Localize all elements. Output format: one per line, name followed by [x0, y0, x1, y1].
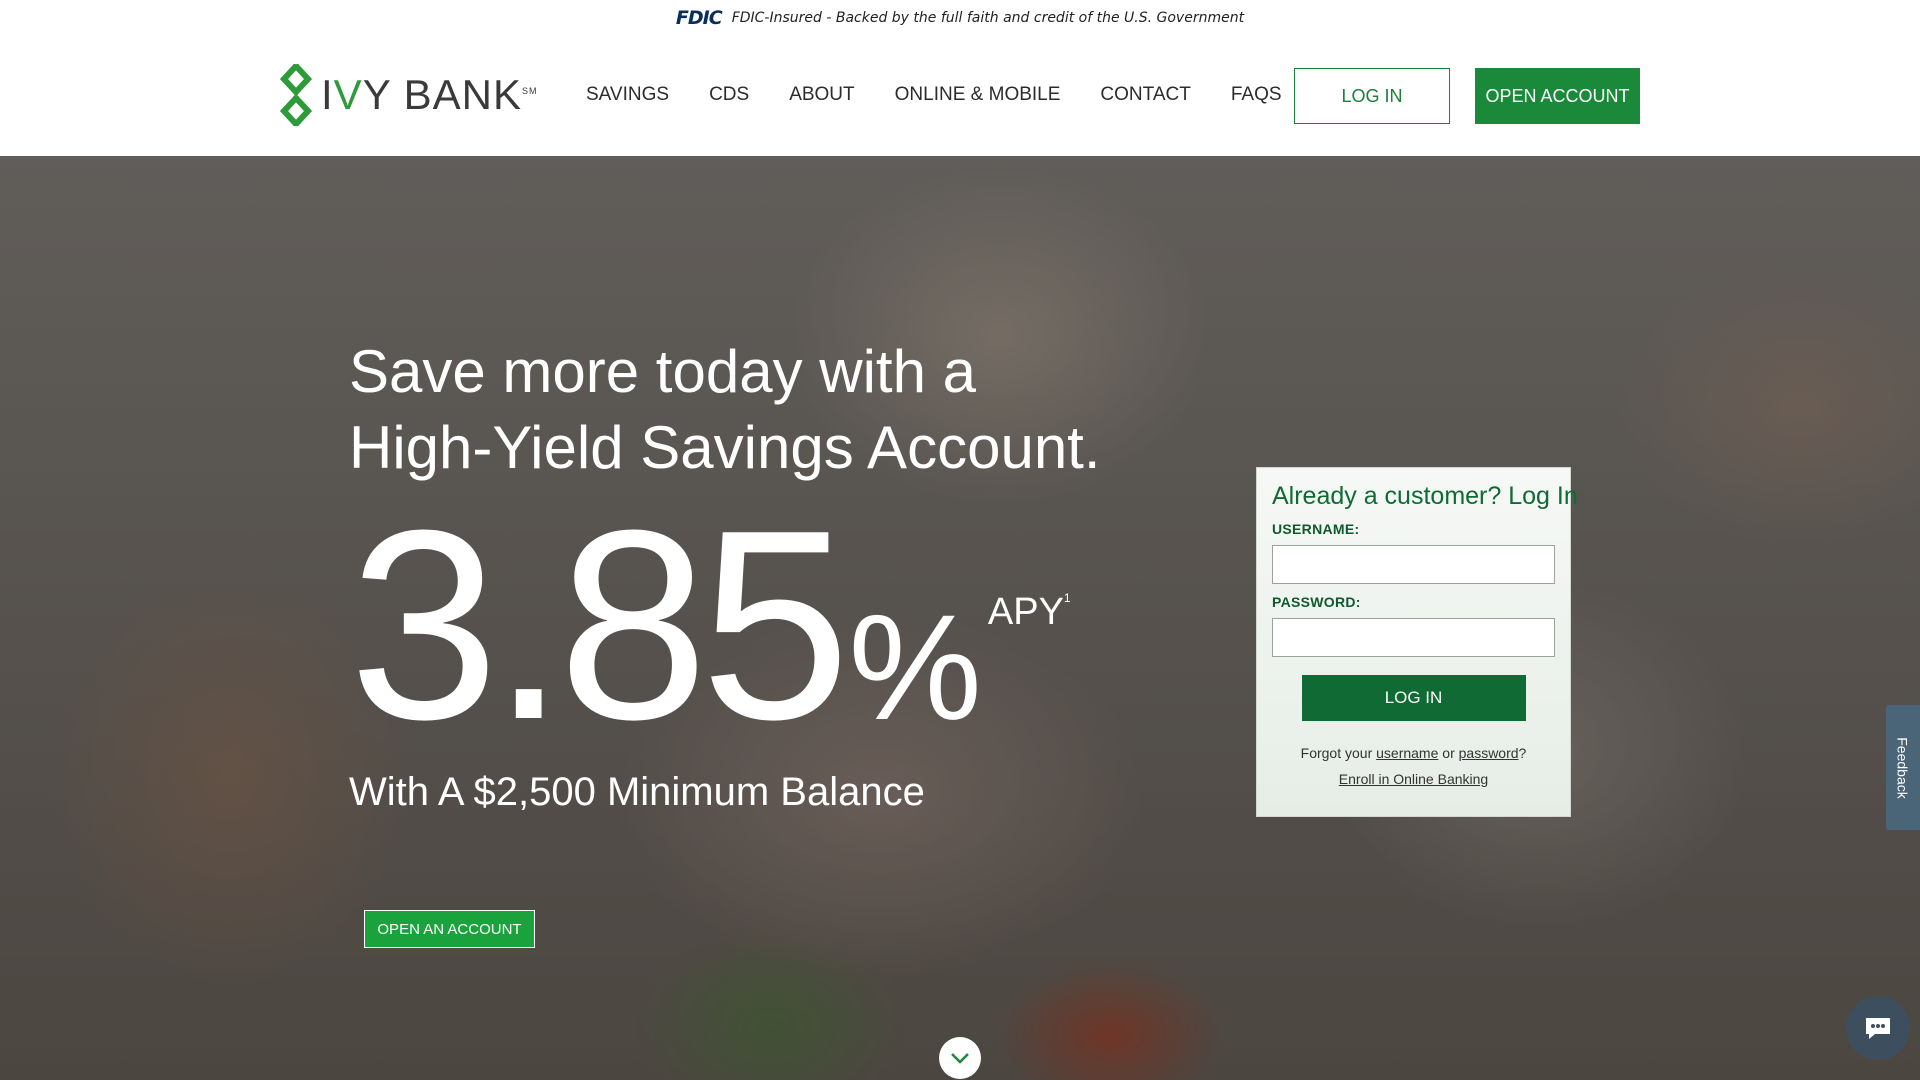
login-submit-button[interactable]: LOG IN [1301, 675, 1526, 721]
ivy-leaf-logo-icon [279, 64, 313, 126]
apy-rate-display: 3.85 % APY1 [349, 475, 1071, 776]
logo-wordmark: IVY BANKSM [321, 71, 538, 118]
chat-button[interactable] [1846, 996, 1910, 1060]
feedback-label: Feedback [1895, 736, 1912, 799]
minimum-balance-text: With A $2,500 Minimum Balance [349, 770, 925, 814]
scroll-down-button[interactable] [939, 1037, 981, 1079]
nav-faqs[interactable]: FAQS [1231, 84, 1282, 106]
login-panel: Already a customer? Log In USERNAME: PAS… [1256, 467, 1578, 817]
password-label: PASSWORD: [1272, 594, 1361, 610]
header-open-account-button[interactable]: OPEN ACCOUNT [1475, 68, 1640, 124]
fdic-logo: FDIC [675, 7, 723, 29]
enroll-text: Enroll in Online Banking [1272, 771, 1555, 787]
username-label: USERNAME: [1272, 521, 1360, 537]
login-panel-title: Already a customer? Log In [1272, 482, 1578, 510]
apy-percent-sign: % [848, 583, 982, 751]
apy-footnote[interactable]: 1 [1064, 591, 1071, 605]
forgot-credentials-text: Forgot your username or password? [1300, 745, 1527, 761]
nav-about[interactable]: ABOUT [789, 84, 854, 106]
fdic-banner: FDIC FDIC-Insured - Backed by the full f… [0, 0, 1920, 36]
password-input[interactable] [1272, 618, 1555, 657]
hero-section: Save more today with a High-Yield Saving… [0, 156, 1920, 1080]
apy-label: APY1 [987, 591, 1071, 633]
header-login-button[interactable]: LOG IN [1294, 68, 1450, 124]
chat-bubble-icon [1866, 1018, 1890, 1039]
hero-headline-line1: Save more today with a [349, 338, 976, 405]
site-header: IVY BANKSM SAVINGS CDS ABOUT ONLINE & MO… [0, 36, 1920, 156]
enroll-online-banking-link[interactable]: Enroll in Online Banking [1339, 771, 1488, 787]
fdic-disclaimer: FDIC-Insured - Backed by the full faith … [731, 10, 1245, 26]
username-input[interactable] [1272, 545, 1555, 584]
nav-online-mobile[interactable]: ONLINE & MOBILE [895, 84, 1061, 106]
nav-cds[interactable]: CDS [709, 84, 749, 106]
ivy-bank-logo[interactable]: IVY BANKSM [279, 64, 537, 126]
feedback-tab[interactable]: Feedback [1886, 705, 1920, 830]
nav-savings[interactable]: SAVINGS [586, 84, 669, 106]
main-nav: SAVINGS CDS ABOUT ONLINE & MOBILE CONTAC… [586, 84, 1282, 106]
forgot-username-link[interactable]: username [1376, 745, 1438, 761]
chevron-down-icon [951, 1053, 969, 1064]
apy-rate-value: 3.85 [349, 475, 850, 776]
hero-headline: Save more today with a High-Yield Saving… [349, 334, 1149, 486]
hero-open-account-button[interactable]: OPEN AN ACCOUNT [364, 910, 535, 948]
forgot-password-link[interactable]: password [1459, 745, 1519, 761]
nav-contact[interactable]: CONTACT [1100, 84, 1190, 106]
